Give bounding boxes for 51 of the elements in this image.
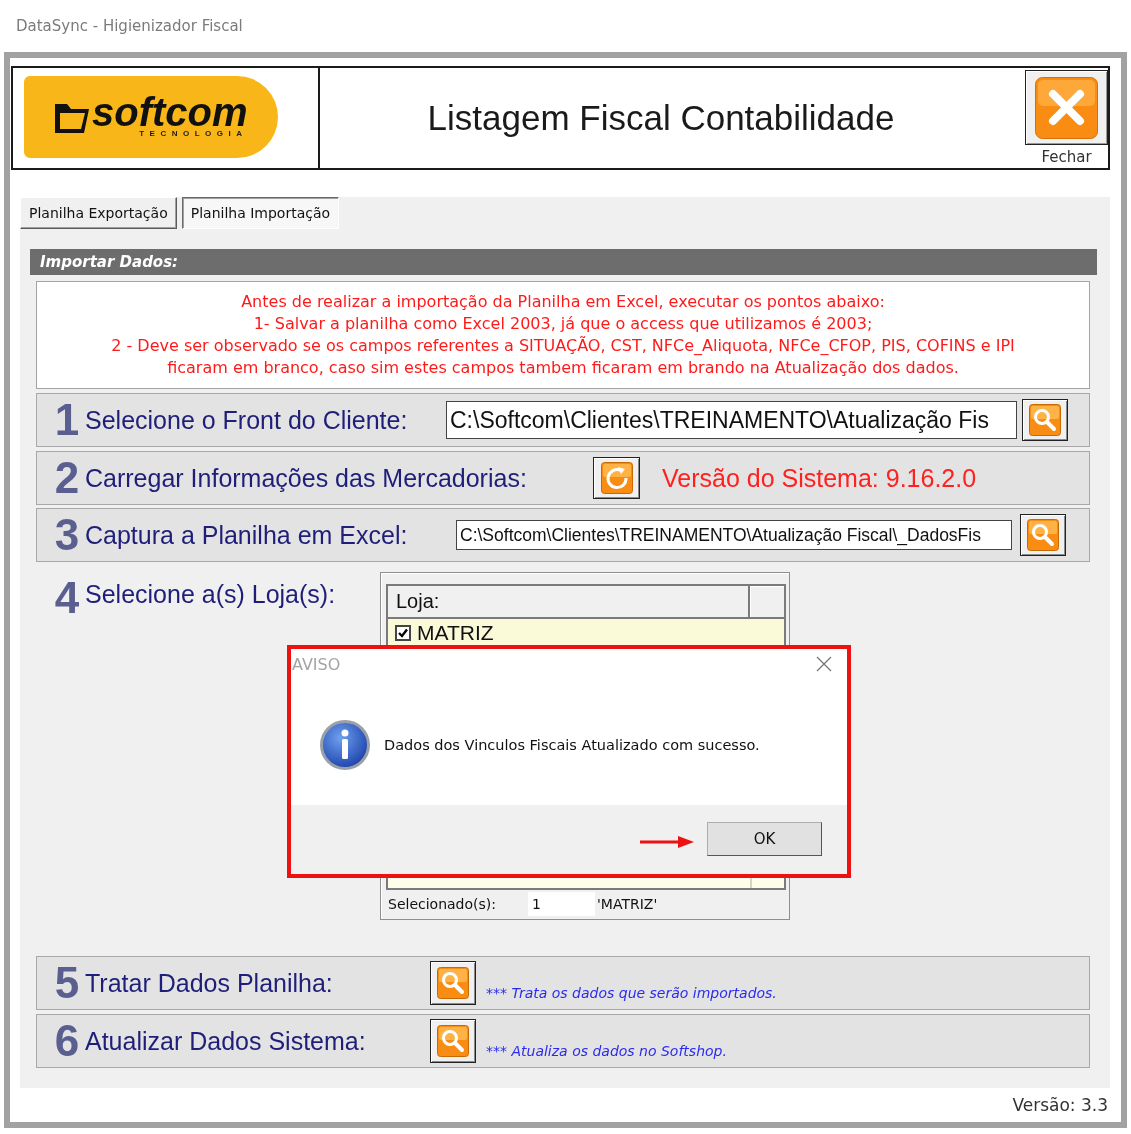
path-field[interactable]: C:\Softcom\Clientes\TREINAMENTO\Atualização Fiscal\_DadosFis [456, 520, 1012, 550]
ok-button[interactable]: OK [707, 822, 822, 856]
search-icon [1027, 519, 1059, 551]
selected-label: Selecionado(s): [388, 896, 497, 912]
search-button[interactable] [1022, 399, 1068, 441]
search-icon [1029, 404, 1061, 436]
store-name: MATRIZ [417, 621, 494, 645]
window-title: DataSync - Higienizador Fiscal [16, 17, 243, 35]
search-button[interactable] [430, 961, 476, 1005]
refresh-icon [600, 462, 633, 494]
step-number: 1 [53, 397, 81, 443]
step-label: Atualizar Dados Sistema: [85, 1026, 367, 1056]
step-hint: *** Atualiza os dados no Softshop. [486, 1043, 727, 1059]
tab[interactable]: Planilha Importação [181, 197, 340, 229]
step-label: Selecione o Front do Cliente: [85, 405, 409, 435]
search-button[interactable] [430, 1019, 476, 1063]
step-number: 5 [53, 960, 81, 1006]
step-number: 6 [53, 1018, 81, 1064]
checkbox[interactable] [395, 625, 411, 641]
notice-text: Antes de realizar a importação da Planilha em Excel, executar os pontos abaixo: 1- Salvar a planilha como Excel 2003, já que o access que utilizamos é 2003; 2 - Deve ser observado se os campos referentes a SITUAÇÃO, CST, NFCe_Aliquota, NFCe_CFOP, PIS, COFINS e IPI ficaram em branco, caso sim estes campos tambem ficaram em brando na Atualização dos dados. [36, 281, 1090, 389]
logo-tagline: TECNOLOGIA [139, 129, 248, 139]
logo-text: softcom [92, 95, 248, 129]
search-icon [437, 967, 469, 999]
close-icon [1035, 76, 1098, 139]
close-button[interactable] [1025, 70, 1108, 145]
refresh-button[interactable] [593, 457, 640, 499]
version-label: Versão: 3.3 [1012, 1095, 1108, 1115]
step-label: Carregar Informações das Mercadorias: [85, 463, 528, 493]
close-label: Fechar [1041, 147, 1092, 167]
search-icon [437, 1025, 469, 1057]
section-header: Importar Dados: [30, 249, 1097, 275]
step-number: 2 [53, 455, 81, 501]
form-title: Listagem Fiscal Contabilidade [427, 98, 895, 138]
selected-names: 'MATRIZ' [597, 896, 658, 912]
search-button[interactable] [1020, 514, 1066, 556]
selected-count-field: 1 [528, 892, 595, 916]
step-label: Captura a Planilha em Excel: [85, 520, 409, 550]
info-icon [320, 720, 370, 770]
step-number: 3 [53, 512, 81, 558]
annotation-arrow [640, 835, 694, 849]
dialog-title: AVISO [292, 654, 341, 674]
tab[interactable]: Planilha Exportação [20, 197, 177, 229]
step-label: Selecione a(s) Loja(s): [85, 579, 337, 610]
step-number: 4 [53, 575, 81, 621]
dialog-message: Dados dos Vinculos Fiscais Atualizado com sucesso. [384, 737, 760, 753]
system-version: Versão do Sistema: 9.16.2.0 [662, 463, 977, 493]
path-field[interactable]: C:\Softcom\Clientes\TREINAMENTO\Atualização Fis [446, 401, 1017, 439]
step-label: Tratar Dados Planilha: [85, 968, 334, 998]
store-row[interactable]: MATRIZ [388, 619, 784, 647]
step-hint: *** Trata os dados que serão importados. [486, 985, 777, 1001]
close-icon[interactable] [816, 656, 832, 672]
